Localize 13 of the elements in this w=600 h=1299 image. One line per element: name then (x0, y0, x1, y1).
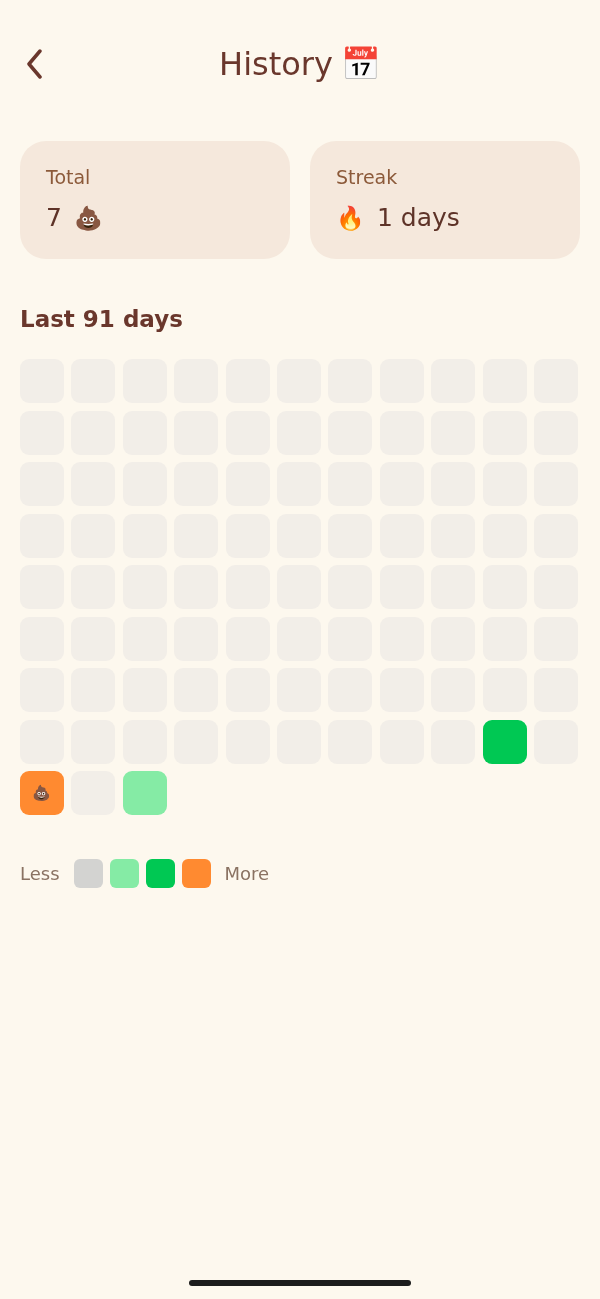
stat-label: Streak (336, 165, 399, 189)
stat-label: Total (46, 165, 92, 189)
page-title: History (219, 45, 333, 83)
poop-icon: 💩 (73, 206, 103, 230)
section-title: Last 91 days (20, 305, 184, 334)
stat-value: 7 (46, 202, 62, 234)
calendar-icon: 📅 (340, 48, 381, 80)
legend-label: Less (20, 862, 60, 886)
stat-value: 1 days (377, 202, 460, 234)
legend-label: More (224, 862, 270, 886)
fire-icon: 🔥 (336, 206, 365, 230)
poop-icon: 💩 (32, 785, 52, 801)
back-chevron-icon (26, 49, 42, 79)
